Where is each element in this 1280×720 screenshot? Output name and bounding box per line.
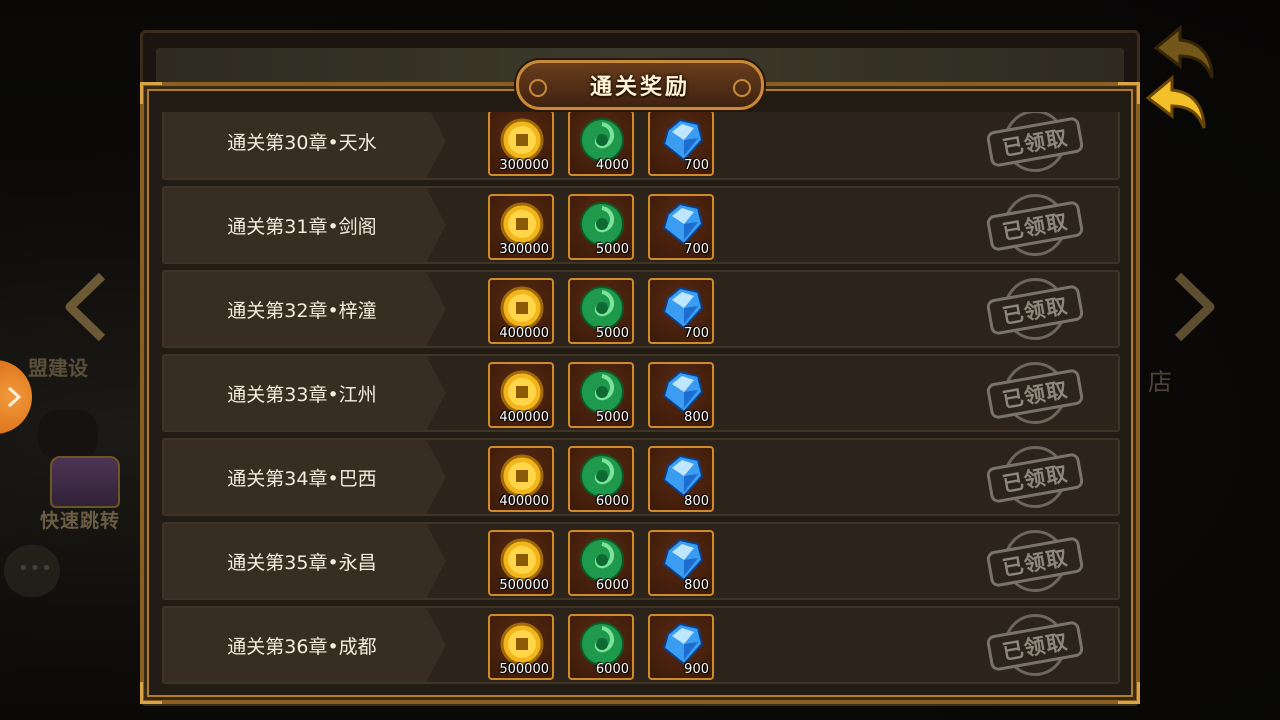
claimed-stamp-label: 已领取 [985,284,1085,336]
reward-quantity: 300000 [499,242,549,257]
reward-item-jade[interactable]: 4000 [568,112,634,176]
claimed-stamp-label: 已领取 [985,452,1085,504]
reward-quantity: 700 [684,326,709,341]
chapter-reward-label: 通关第34章•巴西 [227,467,377,490]
chapter-reward-label: 通关第32章•梓潼 [227,299,377,322]
reward-quantity: 400000 [499,494,549,509]
reward-item-gold[interactable]: 400000 [488,446,554,512]
reward-item-jade[interactable]: 5000 [568,194,634,260]
reward-item-gem[interactable]: 800 [648,362,714,428]
frame-corner [140,682,162,704]
reward-quantity: 400000 [499,326,549,341]
reward-item-gold[interactable]: 400000 [488,362,554,428]
reward-item-gold[interactable]: 500000 [488,614,554,680]
reward-quantity: 400000 [499,410,549,425]
reward-quantity: 800 [684,578,709,593]
panel-title: 通关奖励 [589,75,690,100]
chevron-right-icon[interactable] [1172,272,1216,342]
reward-quantity: 6000 [595,494,629,509]
reward-item-gold[interactable]: 400000 [488,278,554,344]
chapter-reward-label: 通关第30章•天水 [227,131,377,154]
chapter-reward-label: 通关第33章•江州 [227,383,377,406]
reward-item-jade[interactable]: 6000 [568,446,634,512]
claimed-stamp-label: 已领取 [985,200,1085,252]
back-button[interactable] [1142,74,1212,134]
chevron-right-icon [7,386,22,408]
claimed-stamp-label: 已领取 [985,368,1085,420]
reward-quantity: 500000 [499,578,549,593]
reward-quantity: 300000 [499,158,549,173]
claimed-stamp: 已领取 [982,446,1092,512]
chapter-reward-label: 通关第35章•永昌 [227,551,377,574]
reward-item-gem[interactable]: 700 [648,194,714,260]
reward-quantity: 500000 [499,662,549,677]
reward-item-jade[interactable]: 6000 [568,530,634,596]
claimed-stamp-label: 已领取 [985,620,1085,672]
reward-quantity: 5000 [595,326,629,341]
claimed-stamp: 已领取 [982,362,1092,428]
reward-item-jade[interactable]: 5000 [568,362,634,428]
frame-corner [140,82,162,104]
reward-item-gem[interactable]: 800 [648,446,714,512]
background-figure [38,410,98,460]
reward-quantity: 6000 [595,578,629,593]
reward-quantity: 5000 [595,410,629,425]
reward-item-gold[interactable]: 300000 [488,112,554,176]
reward-row: 通关第30章•天水 300000 4000 700 已领取 [162,112,1120,180]
chat-icon [4,545,60,597]
reward-item-jade[interactable]: 5000 [568,278,634,344]
reward-quantity: 4000 [595,158,629,173]
chapter-reward-label: 通关第31章•剑阁 [227,215,377,238]
reward-row: 通关第34章•巴西 400000 6000 800 已领取 [162,438,1120,516]
reward-item-gem[interactable]: 900 [648,614,714,680]
reward-item-gold[interactable]: 500000 [488,530,554,596]
reward-item-jade[interactable]: 6000 [568,614,634,680]
frame-corner [1118,682,1140,704]
background-label-alliance: 盟建设 [28,356,88,380]
chapter-reward-label: 通关第36章•成都 [227,635,377,658]
claimed-stamp: 已领取 [982,112,1092,176]
claimed-stamp: 已领取 [982,614,1092,680]
claimed-stamp: 已领取 [982,530,1092,596]
treasure-chest-icon [50,456,120,508]
reward-quantity: 5000 [595,242,629,257]
reward-item-gem[interactable]: 700 [648,112,714,176]
reward-quantity: 900 [684,662,709,677]
reward-quantity: 700 [684,158,709,173]
reward-quantity: 700 [684,242,709,257]
reward-row: 通关第32章•梓潼 400000 5000 700 已领取 [162,270,1120,348]
reward-quantity: 800 [684,494,709,509]
reward-row: 通关第33章•江州 400000 5000 800 已领取 [162,354,1120,432]
reward-item-gem[interactable]: 800 [648,530,714,596]
reward-list[interactable]: 通关第30章•天水 300000 4000 700 已领取 通关第31章•剑阁 300000… [160,112,1120,684]
chevron-left-icon[interactable] [64,272,108,342]
claimed-stamp-label: 已领取 [985,116,1085,168]
reward-item-gem[interactable]: 700 [648,278,714,344]
reward-row: 通关第31章•剑阁 300000 5000 700 已领取 [162,186,1120,264]
background-label-shop: 店 [1148,368,1172,396]
background-label-quick-jump: 快速跳转 [40,510,121,532]
panel-title-plate: 通关奖励 [516,60,764,110]
frame-corner [1118,82,1140,104]
reward-row: 通关第35章•永昌 500000 6000 800 已领取 [162,522,1120,600]
reward-item-gold[interactable]: 300000 [488,194,554,260]
claimed-stamp: 已领取 [982,278,1092,344]
claimed-stamp: 已领取 [982,194,1092,260]
reward-quantity: 6000 [595,662,629,677]
reward-quantity: 800 [684,410,709,425]
claimed-stamp-label: 已领取 [985,536,1085,588]
reward-row: 通关第36章•成都 500000 6000 900 已领取 [162,606,1120,684]
